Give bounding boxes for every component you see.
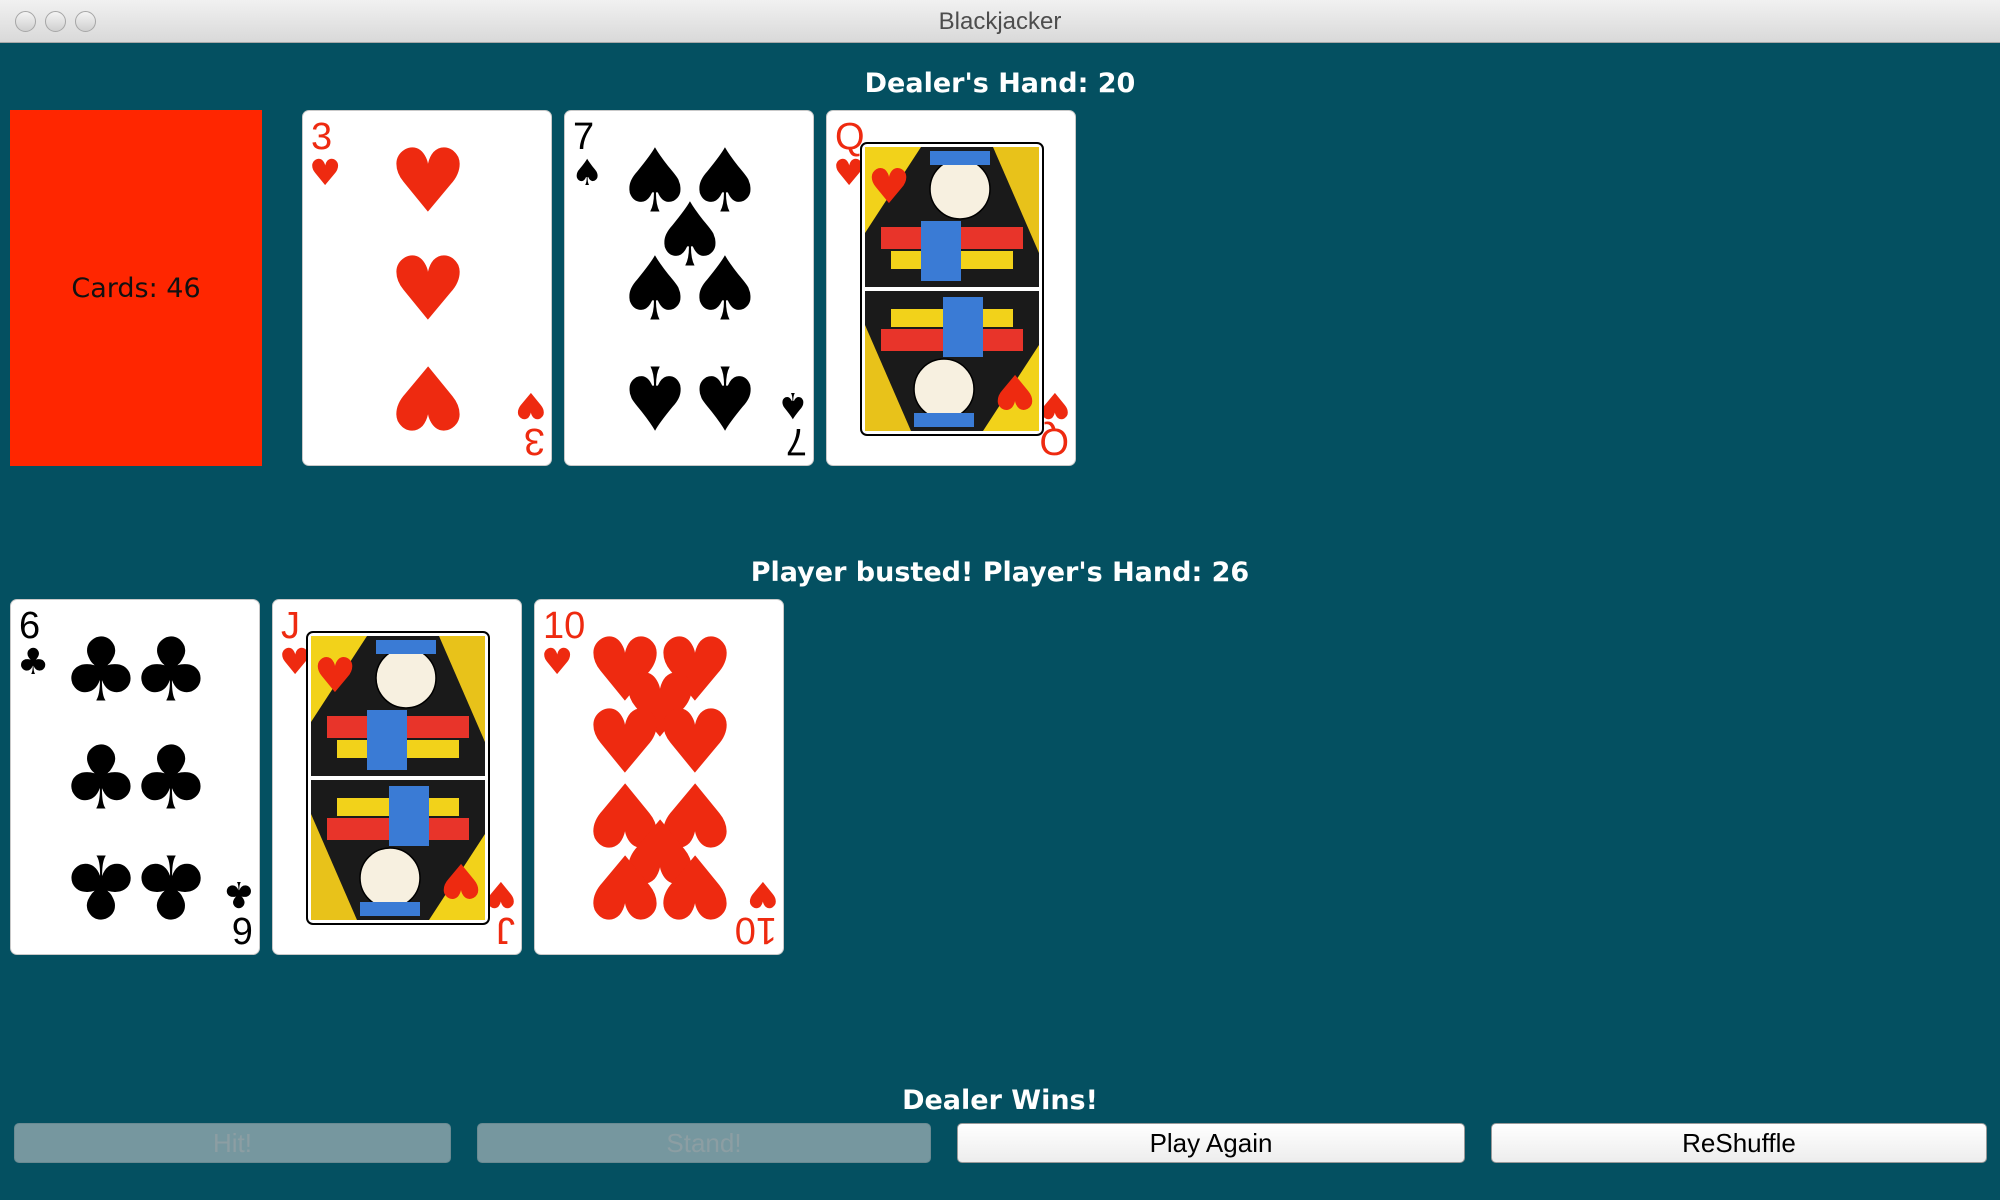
player-card: J ♥ J ♥ ♥ ♥ <box>272 599 522 955</box>
hearts-pip: ♥ <box>586 835 665 938</box>
card-rank-bottom: 3 <box>524 420 545 462</box>
stand-button[interactable]: Stand! <box>477 1123 931 1163</box>
spades-pip: ♠ <box>616 346 695 449</box>
card-suit-bottom: ♠ <box>777 384 809 425</box>
hearts-pip: ♥ <box>389 346 468 449</box>
dealer-card: 7 ♠ 7 ♠ ♠ ♠ ♠ ♠ ♠ ♠ ♠ <box>564 110 814 466</box>
card-suit-top: ♥ <box>309 153 341 194</box>
card-rank-top: 6 <box>19 605 40 647</box>
spades-pip: ♠ <box>686 346 765 449</box>
card-suit-bottom: ♥ <box>747 873 779 914</box>
card-suit-bottom: ♣ <box>223 873 255 914</box>
card-suit-top: ♣ <box>17 642 49 683</box>
card-rank-bottom: 6 <box>232 909 253 951</box>
dealer-hand-label: Dealer's Hand: 20 <box>864 68 1136 99</box>
card-deck[interactable]: Cards: 46 <box>10 110 262 466</box>
card-rank-top: 7 <box>573 116 594 158</box>
window-title: Blackjacker <box>938 8 1062 35</box>
dealer-card: 3 ♥ 3 ♥ ♥ ♥ ♥ <box>302 110 552 466</box>
hit-button[interactable]: Hit! <box>14 1123 451 1163</box>
window-title-bar: Blackjacker <box>0 0 2000 43</box>
hearts-pip: ♥ <box>389 238 468 341</box>
card-suit-bottom: ♥ <box>515 384 547 425</box>
card-rank-bottom: 10 <box>735 909 777 951</box>
card-suit-top: ♥ <box>541 642 573 683</box>
card-rank-top: J <box>281 605 300 647</box>
play-again-button[interactable]: Play Again <box>957 1123 1465 1163</box>
clubs-pip: ♣ <box>132 727 211 830</box>
reshuffle-button[interactable]: ReShuffle <box>1491 1123 1987 1163</box>
hearts-pip: ♥ <box>656 835 735 938</box>
svg-text:♥: ♥ <box>439 852 482 908</box>
player-hand-label: Player busted! Player's Hand: 26 <box>750 557 1250 588</box>
clubs-pip: ♣ <box>62 835 141 938</box>
card-suit-top: ♠ <box>571 153 603 194</box>
clubs-pip: ♣ <box>132 835 211 938</box>
dealer-card: Q ♥ Q ♥ ♥ ♥ <box>826 110 1076 466</box>
svg-text:♥: ♥ <box>313 648 356 704</box>
svg-text:♥: ♥ <box>993 363 1036 419</box>
clubs-pip: ♣ <box>62 727 141 830</box>
deck-count-label: Cards: 46 <box>71 272 201 304</box>
spades-pip: ♠ <box>616 238 695 341</box>
card-rank-bottom: 7 <box>786 420 807 462</box>
svg-text:♥: ♥ <box>867 159 910 215</box>
player-card: 10 ♥ 10 ♥ ♥ ♥ ♥ ♥ ♥ ♥ ♥ ♥ ♥ ♥ <box>534 599 784 955</box>
player-card: 6 ♣ 6 ♣ ♣ ♣ ♣ ♣ ♣ ♣ <box>10 599 260 955</box>
card-rank-top: 10 <box>543 605 585 647</box>
hearts-pip: ♥ <box>389 130 468 233</box>
result-label: Dealer Wins! <box>902 1085 1098 1116</box>
clubs-pip: ♣ <box>132 619 211 722</box>
clubs-pip: ♣ <box>62 619 141 722</box>
card-rank-bottom: J <box>496 909 515 951</box>
spades-pip: ♠ <box>686 238 765 341</box>
card-rank-top: 3 <box>311 116 332 158</box>
